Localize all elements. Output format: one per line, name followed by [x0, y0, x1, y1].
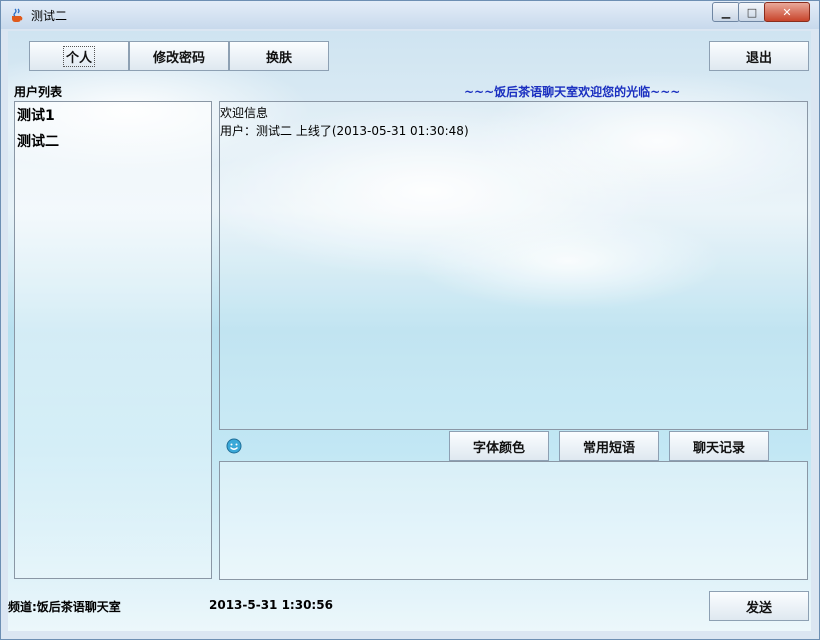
app-window: 测试二 ▁ □ ✕ 个人 修改密码 换肤 退出 用户列表 ~~~饭后茶语聊天室欢…: [0, 0, 820, 640]
channel-label: 频道:饭后茶语聊天室: [8, 600, 121, 614]
java-cup-icon: [12, 8, 23, 22]
skin-label: 换肤: [265, 50, 292, 66]
logout-label: 退出: [745, 50, 772, 66]
font-color-label: 字体颜色: [472, 440, 525, 456]
font-color-button[interactable]: 字体颜色: [449, 431, 549, 461]
chat-panel: 个人 修改密码 换肤 退出 用户列表 ~~~饭后茶语聊天室欢迎您的光临~~~ 测…: [8, 31, 811, 631]
title-bar[interactable]: 测试二 ▁ □ ✕: [1, 1, 819, 29]
user-list-item[interactable]: 测试1: [15, 102, 211, 128]
logout-button[interactable]: 退出: [709, 41, 809, 71]
skin-button[interactable]: 换肤: [229, 41, 329, 71]
change-password-label: 修改密码: [152, 50, 205, 66]
send-button[interactable]: 发送: [709, 591, 809, 621]
message-history[interactable]: 欢迎信息 用户：测试二 上线了(2013-05-31 01:30:48): [219, 101, 808, 430]
welcome-banner: ~~~饭后茶语聊天室欢迎您的光临~~~: [464, 85, 681, 99]
change-password-button[interactable]: 修改密码: [129, 41, 229, 71]
chat-history-label: 聊天记录: [692, 440, 745, 456]
message-line: 用户：测试二 上线了(2013-05-31 01:30:48): [220, 124, 469, 138]
chat-history-button[interactable]: 聊天记录: [669, 431, 769, 461]
window-title: 测试二: [31, 9, 68, 23]
common-phrases-label: 常用短语: [582, 440, 635, 456]
personal-button[interactable]: 个人: [29, 41, 129, 71]
user-list-item[interactable]: 测试二: [15, 128, 211, 154]
clock-label: 2013-5-31 1:30:56: [209, 598, 333, 612]
common-phrases-button[interactable]: 常用短语: [559, 431, 659, 461]
maximize-button[interactable]: □: [738, 2, 766, 22]
message-input[interactable]: [219, 461, 808, 580]
close-button[interactable]: ✕: [764, 2, 810, 22]
close-icon: ✕: [782, 5, 792, 19]
user-list[interactable]: 测试1 测试二: [14, 101, 212, 579]
smiley-icon[interactable]: [226, 438, 242, 454]
minimize-icon: ▁: [721, 5, 731, 19]
user-list-label: 用户列表: [14, 85, 63, 99]
personal-button-label: 个人: [62, 45, 96, 67]
send-label: 发送: [745, 600, 772, 616]
maximize-icon: □: [746, 5, 758, 19]
message-line: 欢迎信息: [220, 106, 269, 120]
minimize-button[interactable]: ▁: [712, 2, 740, 22]
